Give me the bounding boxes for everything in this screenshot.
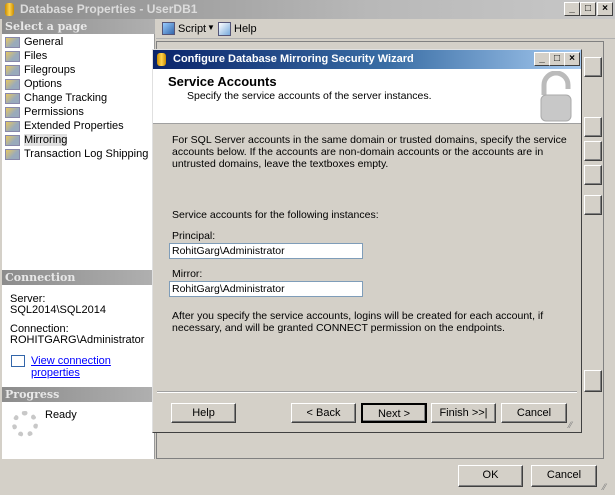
- nav-label: Change Tracking: [24, 92, 108, 104]
- page-icon: [5, 134, 20, 146]
- help-icon: [218, 22, 231, 36]
- mirroring-wizard-dialog: Configure Database Mirroring Security Wi…: [152, 49, 582, 433]
- wizard-minimize-button[interactable]: _: [534, 52, 550, 66]
- close-button[interactable]: ×: [597, 2, 613, 16]
- nav-label: Mirroring: [24, 134, 68, 146]
- nav-extended-properties[interactable]: Extended Properties: [5, 119, 124, 133]
- page-icon: [5, 92, 20, 104]
- page-icon: [5, 64, 20, 76]
- wizard-subheading: Specify the service accounts of the serv…: [187, 90, 432, 102]
- nav-label: Files: [24, 50, 48, 62]
- window-title-bar: Database Properties - UserDB1 _ □ ×: [0, 0, 615, 19]
- script-icon: [162, 22, 175, 35]
- page-icon: [5, 120, 20, 132]
- help-button[interactable]: Help: [234, 23, 257, 35]
- wizard-help-button[interactable]: Help: [171, 403, 236, 423]
- nav-label: Options: [24, 78, 62, 90]
- wizard-header: Service Accounts Specify the service acc…: [153, 69, 581, 124]
- nav-files[interactable]: Files: [5, 49, 47, 63]
- progress-status: Ready: [45, 409, 77, 421]
- wizard-footer-note: After you specify the service accounts, …: [172, 310, 544, 334]
- cancel-button[interactable]: Cancel: [531, 465, 597, 487]
- nav-general[interactable]: General: [5, 35, 63, 49]
- wizard-heading: Service Accounts: [168, 74, 277, 89]
- progress-header: Progress: [2, 387, 155, 402]
- connection-properties-icon: [11, 355, 25, 367]
- wizard-title-bar: Configure Database Mirroring Security Wi…: [153, 50, 581, 69]
- nav-label: Filegroups: [24, 64, 76, 76]
- resize-grip-icon[interactable]: ⁄⁄: [569, 420, 572, 430]
- page-icon: [5, 148, 20, 160]
- ok-button[interactable]: OK: [458, 465, 523, 487]
- left-pane: Select a page General Files Filegroups O…: [2, 19, 155, 459]
- server-value: SQL2014\SQL2014: [10, 304, 107, 316]
- background-button[interactable]: [584, 57, 602, 77]
- database-icon: [157, 53, 166, 66]
- background-button[interactable]: [584, 141, 602, 161]
- database-icon: [5, 3, 14, 16]
- nav-options[interactable]: Options: [5, 77, 62, 91]
- select-page-header: Select a page: [2, 19, 155, 34]
- background-button[interactable]: [584, 165, 602, 185]
- padlock-icon: [540, 71, 572, 122]
- progress-spinner-icon: [12, 411, 38, 437]
- connection-header: Connection: [2, 270, 155, 285]
- script-button[interactable]: Script: [178, 23, 206, 35]
- nav-label: Permissions: [24, 106, 84, 118]
- window-resize-grip-icon[interactable]: ⁄⁄: [603, 482, 606, 492]
- view-connection-properties-link[interactable]: View connection properties: [31, 355, 154, 379]
- nav-permissions[interactable]: Permissions: [5, 105, 84, 119]
- mirror-label: Mirror:: [172, 268, 203, 280]
- nav-filegroups[interactable]: Filegroups: [5, 63, 75, 77]
- page-icon: [5, 50, 20, 62]
- minimize-button[interactable]: _: [564, 2, 580, 16]
- window-title: Database Properties - UserDB1: [20, 2, 198, 16]
- background-button[interactable]: [584, 195, 602, 215]
- instances-label: Service accounts for the following insta…: [172, 209, 379, 221]
- nav-label: Transaction Log Shipping: [24, 148, 149, 160]
- wizard-intro-text: For SQL Server accounts in the same doma…: [172, 134, 567, 170]
- script-dropdown-icon[interactable]: ▼: [207, 23, 215, 32]
- finish-button[interactable]: Finish >>|: [431, 403, 496, 423]
- next-button[interactable]: Next >: [361, 403, 427, 423]
- wizard-cancel-button[interactable]: Cancel: [501, 403, 567, 423]
- page-icon: [5, 78, 20, 90]
- wizard-close-button[interactable]: ×: [564, 52, 580, 66]
- nav-transaction-log-shipping[interactable]: Transaction Log Shipping: [5, 147, 148, 161]
- background-button[interactable]: [584, 370, 602, 392]
- mirror-input[interactable]: RohitGarg\Administrator: [169, 281, 363, 297]
- nav-label: General: [24, 36, 64, 48]
- nav-change-tracking[interactable]: Change Tracking: [5, 91, 107, 105]
- separator: [157, 391, 577, 393]
- back-button[interactable]: < Back: [291, 403, 356, 423]
- nav-label: Extended Properties: [24, 120, 124, 132]
- background-button[interactable]: [584, 117, 602, 137]
- connection-value: ROHITGARG\Administrator: [10, 334, 145, 346]
- page-icon: [5, 36, 20, 48]
- maximize-button[interactable]: □: [580, 2, 596, 16]
- wizard-maximize-button[interactable]: □: [549, 52, 565, 66]
- nav-mirroring[interactable]: Mirroring: [5, 133, 68, 147]
- principal-label: Principal:: [172, 230, 216, 242]
- toolbar: Script ▼ Help: [156, 19, 615, 39]
- principal-input[interactable]: RohitGarg\Administrator: [169, 243, 363, 259]
- wizard-title: Configure Database Mirroring Security Wi…: [173, 53, 414, 65]
- page-icon: [5, 106, 20, 118]
